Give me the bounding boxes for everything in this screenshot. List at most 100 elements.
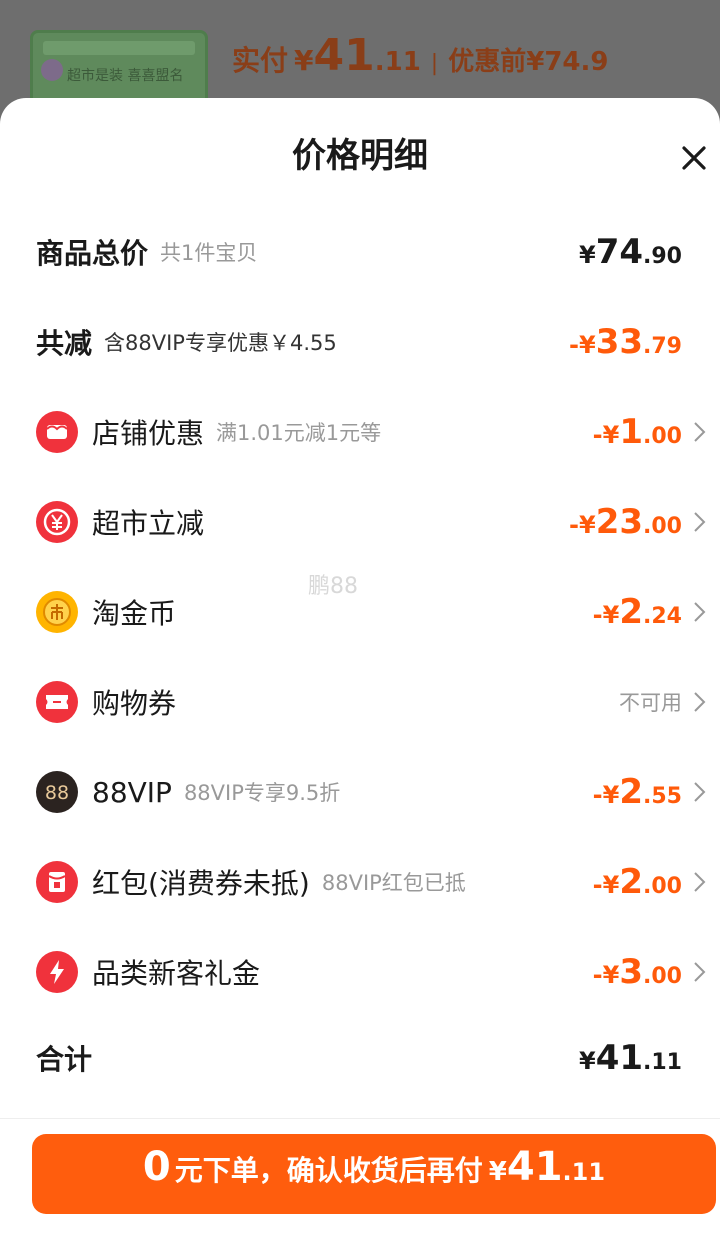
cta-symbol: ¥ (488, 1157, 507, 1187)
row-shop-discount[interactable]: 店铺优惠 满1.01元减1元等 -¥ 1 .00 (0, 402, 720, 462)
shop-coupon-icon (36, 411, 78, 453)
ticket-icon (36, 681, 78, 723)
divider (0, 1118, 720, 1119)
row-total-reduction: 共减 含88VIP专享优惠￥4.55 -¥ 33 .79 (0, 312, 720, 372)
chevron-right-icon (692, 780, 712, 804)
row-amount: ¥ 74 .90 (579, 232, 682, 272)
amount-int: 2 (619, 592, 644, 632)
amount-int: 74 (595, 232, 644, 272)
row-label: 淘金币 (92, 597, 177, 630)
amount-dec: .00 (643, 424, 682, 449)
amount-int: 33 (595, 322, 644, 362)
amount-dec: .55 (643, 784, 682, 809)
amount-int: 2 (619, 862, 644, 902)
chevron-right-icon (692, 690, 712, 714)
row-market-discount[interactable]: 超市立减 -¥ 23 .00 (0, 492, 720, 552)
cta-zero: 0 (142, 1144, 171, 1190)
row-amount: -¥ 3 .00 (593, 952, 682, 992)
thumbnail-graphic (41, 59, 63, 81)
chevron-right-icon (692, 870, 712, 894)
chevron-right-icon (692, 510, 712, 534)
row-sum: 合计 ¥ 41 .11 (0, 1028, 720, 1088)
cta-dec: .11 (562, 1158, 606, 1186)
amount-symbol: ¥ (578, 241, 596, 269)
thumbnail-text: 超市是装 喜喜盟名 (67, 68, 184, 84)
amount-symbol: -¥ (592, 871, 620, 899)
amount-int: 23 (595, 502, 644, 542)
amount-dec: .24 (643, 604, 682, 629)
row-88vip[interactable]: 88 88VIP 88VIP专享9.5折 -¥ 2 .55 (0, 762, 720, 822)
row-label: 店铺优惠 (92, 417, 205, 450)
amount-int: 2 (619, 772, 644, 812)
place-order-button[interactable]: 0 元下单，确认收货后再付 ¥ 41 .11 (32, 1134, 716, 1214)
paid-int: 41 (313, 30, 375, 81)
close-button[interactable] (674, 138, 714, 178)
row-amount: ¥ 41 .11 (579, 1038, 682, 1078)
row-sub: 满1.01元减1元等 (216, 421, 382, 445)
amount-symbol: -¥ (592, 781, 620, 809)
row-amount: -¥ 23 .00 (569, 502, 682, 542)
svg-text:88: 88 (45, 782, 69, 804)
amount-int: 3 (619, 952, 644, 992)
amount-dec: .11 (643, 1050, 682, 1075)
amount-symbol: -¥ (592, 601, 620, 629)
row-label: 购物券 (92, 687, 177, 720)
amount-symbol: -¥ (592, 961, 620, 989)
amount-dec: .00 (643, 874, 682, 899)
row-new-customer-gift[interactable]: 品类新客礼金 -¥ 3 .00 (0, 942, 720, 1002)
vip88-icon: 88 (36, 771, 78, 813)
sheet-title: 价格明细 (292, 136, 428, 176)
amount-symbol: -¥ (569, 331, 596, 359)
row-red-packet[interactable]: 红包(消费券未抵) 88VIP红包已抵 -¥ 2 .00 (0, 852, 720, 912)
cta-int: 41 (506, 1144, 563, 1190)
row-amount: -¥ 33 .79 (569, 322, 682, 362)
row-sub: 88VIP专享9.5折 (183, 781, 341, 805)
price-detail-sheet: 价格明细 商品总价 共1件宝贝 ¥ 74 .90 共减 含88VIP专享优惠￥4… (0, 98, 720, 1236)
watermark: 鹏88 (308, 574, 358, 599)
amount-symbol: -¥ (569, 511, 596, 539)
amount-symbol: -¥ (592, 421, 620, 449)
row-shopping-voucher[interactable]: 购物券 不可用 (0, 672, 720, 732)
cta-text: 元下单，确认收货后再付 (174, 1154, 483, 1187)
row-goods-total: 商品总价 共1件宝贝 ¥ 74 .90 (0, 222, 720, 282)
thumbnail-banner (43, 41, 195, 55)
background-price: 实付 ¥ 41 .11 | 优惠前 ¥74.9 (232, 30, 608, 81)
chevron-right-icon (692, 600, 712, 624)
row-amount: -¥ 2 .55 (593, 772, 682, 812)
row-label: 品类新客礼金 (92, 957, 261, 990)
amount-dec: .00 (643, 514, 682, 539)
lightning-icon (36, 951, 78, 993)
amount-dec: .90 (643, 244, 682, 269)
row-label: 红包(消费券未抵) (92, 867, 310, 900)
price-separator: | (430, 51, 439, 76)
orig-value: ¥74.9 (526, 47, 609, 77)
yen-discount-icon (36, 501, 78, 543)
orig-label: 优惠前 (448, 47, 527, 77)
row-label: 88VIP (92, 775, 172, 809)
row-label: 商品总价 (36, 237, 149, 270)
amount-dec: .79 (643, 334, 682, 359)
amount-symbol: ¥ (578, 1047, 596, 1075)
amount-dec: .00 (643, 964, 682, 989)
row-label: 超市立减 (92, 507, 205, 540)
row-amount: -¥ 2 .24 (593, 592, 682, 632)
row-gold-coin[interactable]: 淘金币 -¥ 2 .24 (0, 582, 720, 642)
row-label: 共减 (36, 327, 93, 360)
row-amount: -¥ 1 .00 (593, 412, 682, 452)
close-icon (682, 146, 706, 170)
gold-coin-icon (36, 591, 78, 633)
row-amount: -¥ 2 .00 (593, 862, 682, 902)
row-sub: 88VIP红包已抵 (321, 871, 466, 895)
amount-int: 1 (619, 412, 644, 452)
paid-label: 实付 (232, 44, 289, 77)
amount-int: 41 (595, 1038, 644, 1078)
chevron-right-icon (692, 960, 712, 984)
unavailable-status: 不可用 (619, 691, 682, 715)
chevron-right-icon (692, 420, 712, 444)
paid-dec: .11 (374, 47, 421, 77)
row-sub: 共1件宝贝 (160, 241, 258, 265)
red-packet-icon (36, 861, 78, 903)
row-sub: 含88VIP专享优惠￥4.55 (104, 331, 337, 355)
paid-symbol: ¥ (294, 44, 314, 77)
row-label: 合计 (36, 1043, 93, 1076)
